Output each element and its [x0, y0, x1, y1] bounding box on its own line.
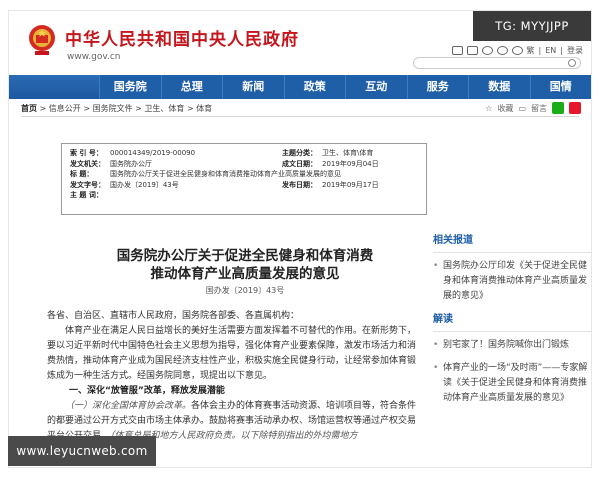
breadcrumb-home[interactable]: 首页 [21, 104, 37, 113]
mail-icon[interactable] [451, 46, 463, 55]
weibo-share-icon[interactable] [569, 102, 581, 114]
nav-item-national-info[interactable]: 国情 [529, 75, 592, 99]
traditional-link[interactable]: 繁 [527, 45, 535, 56]
breadcrumb-item[interactable]: 体育 [196, 104, 212, 113]
page-frame: 中华人民共和国中央人民政府 www.gov.cn TG: MYYJJPP 繁 |… [8, 10, 592, 468]
related-link[interactable]: 国务院办公厅印发《关于促进全民健身和体育消费推动体育产业高质量发展的意见》 [433, 259, 591, 304]
nav-item-interaction[interactable]: 互动 [345, 75, 407, 99]
english-link[interactable]: EN [545, 46, 556, 55]
article-body: 各省、自治区、直辖市人民政府，国务院各部委、各直属机构： 体育产业在满足人民日益… [47, 309, 423, 444]
divider [21, 116, 579, 117]
interpretation-heading: 解读 [433, 312, 591, 332]
meta-row: 发文机关： 国务院办公厅 成文日期： 2019年09月04日 [70, 159, 379, 168]
star-icon[interactable]: ☆ [485, 104, 492, 113]
favorite-button[interactable]: 收藏 [497, 103, 513, 114]
wechat-icon[interactable] [511, 46, 523, 55]
nav-item-policy[interactable]: 政策 [283, 75, 346, 99]
breadcrumb: 首页 > 信息公开 > 国务院文件 > 卫生、体育 > 体育 [21, 104, 213, 113]
comment-icon[interactable]: ▭ [518, 104, 526, 113]
comment-button[interactable]: 留言 [531, 103, 547, 114]
site-header: 中华人民共和国中央人民政府 www.gov.cn TG: MYYJJPP 繁 |… [9, 11, 591, 73]
rss-icon[interactable] [466, 46, 478, 55]
tg-badge: TG: MYYJJPP [473, 11, 591, 41]
national-emblem-icon [29, 25, 55, 55]
weibo-icon[interactable] [496, 46, 508, 55]
meta-row: 标 题： 国务院办公厅关于促进全民健身和体育消费推动体育产业高质量发展的意见 [70, 170, 341, 178]
meta-row: 索 引 号： 000014349/2019-00090 主题分类： 卫生、体育\… [70, 149, 374, 157]
document-meta-table: 索 引 号： 000014349/2019-00090 主题分类： 卫生、体育\… [61, 143, 427, 215]
search-input[interactable] [413, 57, 581, 69]
meta-row: 发文字号： 国办发〔2019〕43号 发布日期： 2019年09月17日 [70, 180, 379, 189]
interpretation-link[interactable]: 别宅家了！国务院喊你出门锻炼 [433, 338, 591, 353]
meta-row: 主 题 词： [70, 191, 103, 199]
nav-item-news[interactable]: 新闻 [222, 75, 284, 99]
interpretation-link[interactable]: 体育产业的一场“及时雨”——专家解读《关于促进全民健身和体育消费推动体育产业高质… [433, 361, 591, 406]
breadcrumb-item[interactable]: 国务院文件 [93, 104, 133, 113]
article-paragraph: 体育产业在满足人民日益增长的美好生活需要方面发挥着不可替代的作用。在新形势下，要… [47, 326, 417, 381]
site-url: www.gov.cn [67, 52, 121, 62]
login-link[interactable]: 登录 [567, 45, 583, 56]
wechat-share-icon[interactable] [552, 102, 564, 114]
breadcrumb-item[interactable]: 信息公开 [49, 104, 81, 113]
nav-item-state-council[interactable]: 国务院 [99, 75, 161, 99]
sidebar: 相关报道 国务院办公厅印发《关于促进全民健身和体育消费推动体育产业高质量发展的意… [433, 233, 591, 414]
nav-item-data[interactable]: 数据 [468, 75, 530, 99]
nav-banner-image [9, 75, 99, 99]
header-tools: 繁 | EN | 登录 [451, 45, 583, 56]
related-reports-heading: 相关报道 [433, 233, 591, 253]
share-bar: ☆ 收藏 ▭ 留言 [485, 102, 581, 114]
site-title[interactable]: 中华人民共和国中央人民政府 [65, 25, 299, 50]
nav-item-service[interactable]: 服务 [406, 75, 469, 99]
main-nav: 国务院 总理 新闻 政策 互动 服务 数据 国情 [9, 75, 591, 99]
breadcrumb-item[interactable]: 卫生、体育 [144, 104, 184, 113]
search-icon[interactable] [568, 59, 576, 67]
article-title: 国务院办公厅关于促进全民健身和体育消费 推动体育产业高质量发展的意见 [116, 248, 374, 282]
watermark-badge: www.leyucnweb.com [8, 436, 156, 466]
mobile-icon[interactable] [481, 46, 493, 55]
article-greeting: 各省、自治区、直辖市人民政府，国务院各部委、各直属机构： [47, 311, 300, 321]
nav-item-premier[interactable]: 总理 [160, 75, 223, 99]
article-section-heading: 一、深化“放管服”改革，释放发展潜能 [69, 386, 225, 396]
article-doc-number: 国办发〔2019〕43号 [205, 286, 285, 295]
